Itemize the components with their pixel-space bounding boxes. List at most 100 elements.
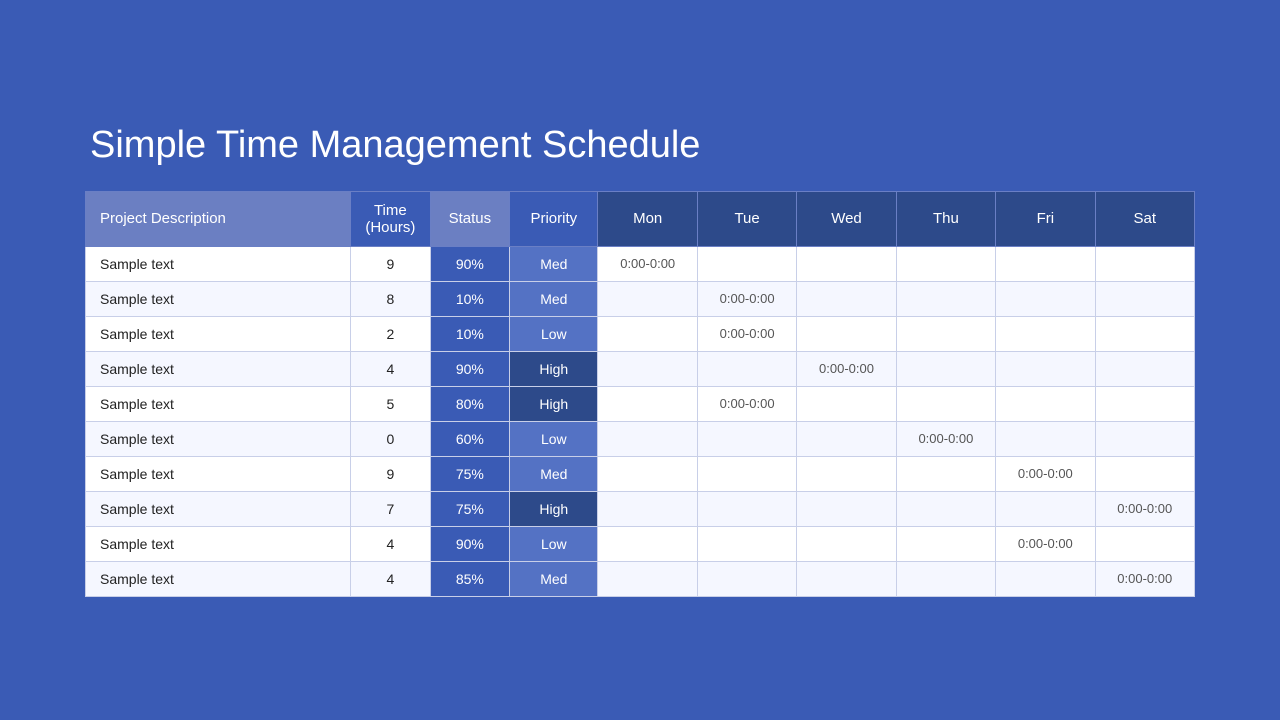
- cell-desc: Sample text: [86, 386, 351, 421]
- cell-mon: [598, 456, 697, 491]
- cell-priority: Med: [510, 281, 598, 316]
- cell-fri: [996, 491, 1095, 526]
- cell-wed: 0:00-0:00: [797, 351, 896, 386]
- schedule-table: Project Description Time (Hours) Status …: [85, 191, 1195, 597]
- cell-mon: 0:00-0:00: [598, 246, 697, 281]
- cell-status: 80%: [430, 386, 510, 421]
- cell-time: 5: [351, 386, 431, 421]
- cell-desc: Sample text: [86, 351, 351, 386]
- cell-sat: [1095, 316, 1194, 351]
- cell-wed: [797, 456, 896, 491]
- cell-sat: [1095, 246, 1194, 281]
- cell-time: 9: [351, 456, 431, 491]
- table-row: Sample text810%Med 0:00-0:00: [86, 281, 1195, 316]
- cell-time: 0: [351, 421, 431, 456]
- header-thu: Thu: [896, 191, 995, 246]
- cell-fri: 0:00-0:00: [996, 526, 1095, 561]
- cell-wed: [797, 491, 896, 526]
- header-status: Status: [430, 191, 510, 246]
- cell-mon: [598, 316, 697, 351]
- cell-wed: [797, 246, 896, 281]
- cell-priority: High: [510, 491, 598, 526]
- header-wed: Wed: [797, 191, 896, 246]
- cell-tue: [697, 351, 796, 386]
- cell-mon: [598, 491, 697, 526]
- cell-time: 7: [351, 491, 431, 526]
- header-time: Time (Hours): [351, 191, 431, 246]
- header-fri: Fri: [996, 191, 1095, 246]
- cell-priority: Med: [510, 561, 598, 596]
- cell-thu: [896, 526, 995, 561]
- cell-status: 90%: [430, 526, 510, 561]
- cell-desc: Sample text: [86, 526, 351, 561]
- cell-mon: [598, 351, 697, 386]
- cell-mon: [598, 526, 697, 561]
- header-sat: Sat: [1095, 191, 1194, 246]
- cell-wed: [797, 386, 896, 421]
- cell-wed: [797, 421, 896, 456]
- table-row: Sample text990%Med0:00-0:00: [86, 246, 1195, 281]
- cell-tue: [697, 526, 796, 561]
- cell-mon: [598, 281, 697, 316]
- cell-wed: [797, 526, 896, 561]
- header-priority: Priority: [510, 191, 598, 246]
- cell-tue: 0:00-0:00: [697, 386, 796, 421]
- cell-mon: [598, 421, 697, 456]
- cell-tue: [697, 246, 796, 281]
- cell-time: 4: [351, 351, 431, 386]
- table-row: Sample text975%Med0:00-0:00: [86, 456, 1195, 491]
- header-tue: Tue: [697, 191, 796, 246]
- cell-tue: 0:00-0:00: [697, 281, 796, 316]
- cell-desc: Sample text: [86, 316, 351, 351]
- cell-thu: [896, 491, 995, 526]
- cell-sat: [1095, 456, 1194, 491]
- cell-time: 4: [351, 526, 431, 561]
- cell-sat: 0:00-0:00: [1095, 561, 1194, 596]
- table-row: Sample text775%High 0:00-0:00: [86, 491, 1195, 526]
- cell-priority: Med: [510, 456, 598, 491]
- cell-fri: [996, 281, 1095, 316]
- cell-sat: 0:00-0:00: [1095, 491, 1194, 526]
- cell-status: 90%: [430, 246, 510, 281]
- table-row: Sample text490%Low0:00-0:00: [86, 526, 1195, 561]
- table-row: Sample text580%High 0:00-0:00: [86, 386, 1195, 421]
- page-title: Simple Time Management Schedule: [90, 124, 700, 167]
- cell-desc: Sample text: [86, 456, 351, 491]
- cell-tue: [697, 561, 796, 596]
- cell-desc: Sample text: [86, 281, 351, 316]
- cell-fri: [996, 351, 1095, 386]
- cell-thu: [896, 386, 995, 421]
- cell-desc: Sample text: [86, 421, 351, 456]
- table-row: Sample text485%Med0:00-0:00: [86, 561, 1195, 596]
- table-row: Sample text060%Low 0:00-0:00: [86, 421, 1195, 456]
- cell-tue: [697, 456, 796, 491]
- table-row: Sample text210%Low0:00-0:00: [86, 316, 1195, 351]
- table-row: Sample text490%High0:00-0:00: [86, 351, 1195, 386]
- cell-sat: [1095, 351, 1194, 386]
- cell-time: 9: [351, 246, 431, 281]
- cell-wed: [797, 316, 896, 351]
- cell-fri: [996, 561, 1095, 596]
- cell-time: 2: [351, 316, 431, 351]
- cell-priority: High: [510, 386, 598, 421]
- cell-tue: [697, 421, 796, 456]
- cell-thu: 0:00-0:00: [896, 421, 995, 456]
- cell-time: 8: [351, 281, 431, 316]
- cell-tue: 0:00-0:00: [697, 316, 796, 351]
- cell-desc: Sample text: [86, 491, 351, 526]
- cell-tue: [697, 491, 796, 526]
- cell-priority: High: [510, 351, 598, 386]
- cell-status: 75%: [430, 456, 510, 491]
- cell-priority: Med: [510, 246, 598, 281]
- header-desc: Project Description: [86, 191, 351, 246]
- cell-status: 75%: [430, 491, 510, 526]
- cell-fri: [996, 421, 1095, 456]
- cell-status: 10%: [430, 316, 510, 351]
- cell-priority: Low: [510, 421, 598, 456]
- cell-status: 10%: [430, 281, 510, 316]
- cell-status: 60%: [430, 421, 510, 456]
- cell-status: 85%: [430, 561, 510, 596]
- cell-time: 4: [351, 561, 431, 596]
- cell-mon: [598, 561, 697, 596]
- cell-desc: Sample text: [86, 246, 351, 281]
